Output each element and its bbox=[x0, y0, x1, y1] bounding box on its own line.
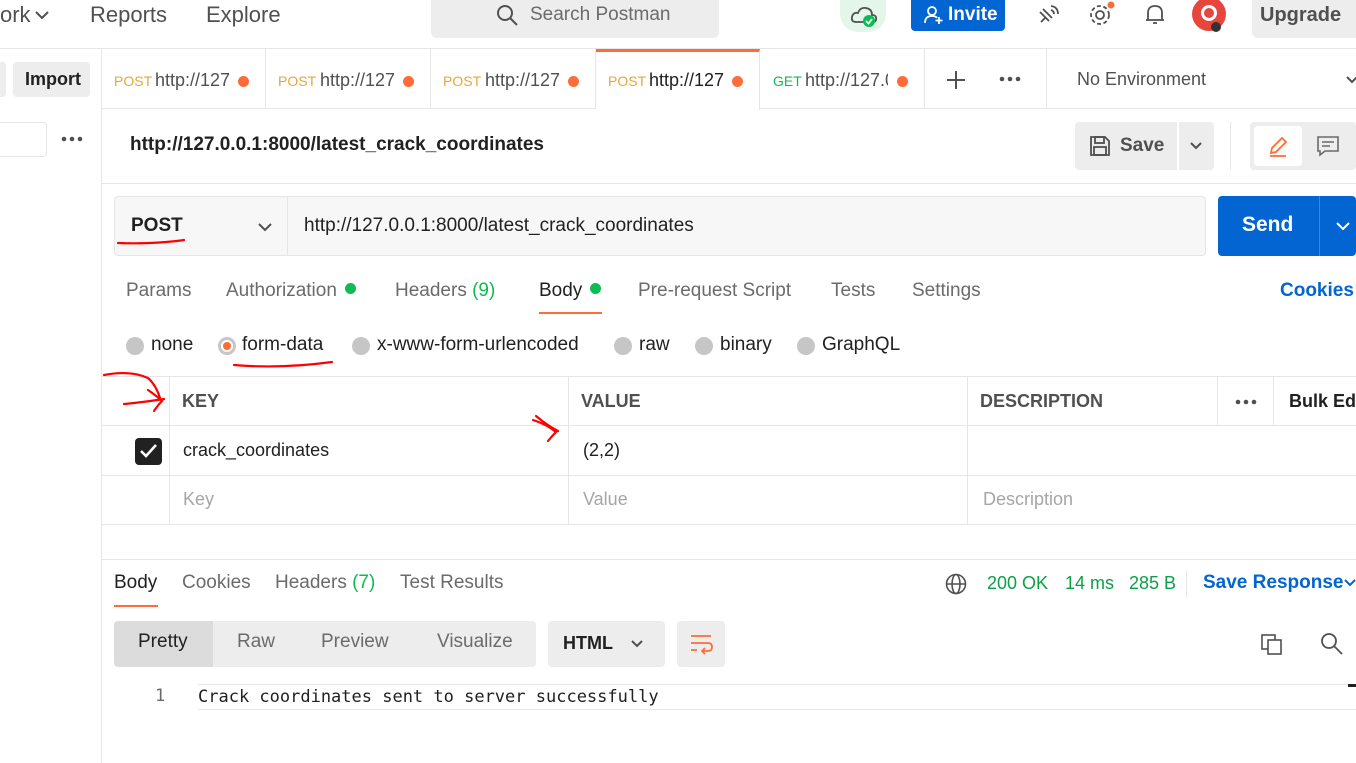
response-body[interactable]: Crack coordinates sent to server success… bbox=[198, 684, 1356, 710]
save-button[interactable]: Save bbox=[1075, 122, 1177, 170]
description-input[interactable]: Description bbox=[968, 476, 1356, 524]
response-tab-headers[interactable]: Headers (7) bbox=[275, 572, 375, 594]
scrollbar[interactable] bbox=[1348, 684, 1356, 687]
edit-mode-button[interactable] bbox=[1254, 126, 1302, 166]
copy-icon[interactable] bbox=[1260, 633, 1284, 657]
wrap-lines-icon bbox=[691, 635, 713, 655]
chevron-down-icon bbox=[1346, 76, 1356, 84]
new-tab-plus-icon[interactable] bbox=[945, 69, 967, 91]
request-tab[interactable]: POST http://127 bbox=[431, 49, 596, 109]
divider bbox=[102, 559, 1356, 560]
save-response-button[interactable]: Save Response bbox=[1203, 572, 1343, 594]
response-size[interactable]: 285 B bbox=[1129, 573, 1176, 594]
response-tab-body[interactable]: Body bbox=[114, 572, 157, 594]
environment-select[interactable]: No Environment bbox=[1047, 49, 1356, 109]
chevron-down-icon bbox=[1190, 142, 1202, 150]
new-button[interactable] bbox=[0, 62, 6, 97]
chevron-down-icon[interactable] bbox=[34, 9, 50, 21]
red-annotations bbox=[102, 238, 560, 443]
cookies-link[interactable]: Cookies bbox=[1280, 280, 1354, 302]
request-tab-active[interactable]: POST http://127 bbox=[596, 49, 760, 110]
description-header: DESCRIPTION bbox=[980, 391, 1104, 411]
response-status[interactable]: 200 OK bbox=[987, 573, 1048, 594]
view-toggle bbox=[1250, 122, 1356, 170]
view-pretty[interactable]: Pretty bbox=[114, 621, 213, 667]
divider bbox=[1319, 196, 1320, 256]
response-time[interactable]: 14 ms bbox=[1065, 573, 1114, 594]
search-input[interactable]: Search Postman bbox=[431, 0, 719, 38]
search-icon[interactable] bbox=[1320, 632, 1344, 656]
explore-link[interactable]: Explore bbox=[206, 2, 281, 28]
save-options-button[interactable] bbox=[1179, 122, 1214, 170]
description-cell[interactable] bbox=[968, 426, 1356, 475]
globe-icon[interactable] bbox=[944, 572, 968, 596]
request-title[interactable]: http://127.0.0.1:8000/latest_crack_coord… bbox=[130, 134, 544, 156]
save-disk-icon bbox=[1090, 136, 1110, 156]
view-visualize[interactable]: Visualize bbox=[437, 631, 513, 653]
upgrade-button[interactable]: Upgrade bbox=[1252, 0, 1356, 38]
more-options-icon bbox=[1235, 399, 1257, 405]
request-tab[interactable]: POST http://127 bbox=[266, 49, 431, 109]
table-row-empty: Key Value Description bbox=[102, 476, 1356, 525]
pencil-icon bbox=[1269, 136, 1288, 157]
more-options-icon[interactable] bbox=[61, 134, 83, 144]
key-input[interactable]: Key bbox=[170, 476, 569, 524]
line-number: 1 bbox=[155, 686, 166, 706]
chevron-down-icon[interactable] bbox=[1343, 578, 1356, 588]
unsaved-dot bbox=[568, 76, 579, 87]
request-tab[interactable]: GET http://127.0 bbox=[760, 49, 925, 109]
comment-icon[interactable] bbox=[1316, 135, 1340, 157]
notification-bell-icon[interactable] bbox=[1143, 2, 1167, 28]
wrap-lines-button[interactable] bbox=[677, 621, 725, 667]
top-bar: ork Reports Explore Search Postman Invit… bbox=[0, 0, 1356, 49]
divider bbox=[102, 183, 1356, 184]
view-raw[interactable]: Raw bbox=[237, 631, 275, 653]
table-more-button[interactable] bbox=[1218, 377, 1274, 425]
reports-link[interactable]: Reports bbox=[90, 2, 167, 28]
tab-settings[interactable]: Settings bbox=[912, 280, 981, 302]
workspace-menu[interactable]: ork bbox=[0, 2, 31, 28]
tabs-more-icon[interactable] bbox=[999, 74, 1021, 84]
unsaved-dot bbox=[897, 76, 908, 87]
bulk-edit-link[interactable]: Bulk Edi bbox=[1289, 391, 1356, 412]
value-input[interactable]: Value bbox=[569, 476, 968, 524]
send-button[interactable]: Send bbox=[1218, 196, 1356, 256]
chevron-down-icon[interactable] bbox=[1335, 221, 1351, 231]
import-button[interactable]: Import bbox=[13, 62, 90, 97]
format-select[interactable]: HTML bbox=[548, 621, 665, 667]
view-mode-selector: Pretty Raw Preview Visualize bbox=[114, 621, 536, 667]
search-icon bbox=[497, 5, 518, 26]
sync-status-icon[interactable] bbox=[840, 0, 886, 32]
view-preview[interactable]: Preview bbox=[321, 631, 389, 653]
request-tab[interactable]: POST http://127 bbox=[102, 49, 266, 109]
response-tab-cookies[interactable]: Cookies bbox=[182, 572, 251, 594]
settings-gear-icon[interactable] bbox=[1087, 1, 1115, 29]
response-tab-test-results[interactable]: Test Results bbox=[400, 572, 503, 594]
invite-button[interactable]: Invite bbox=[911, 0, 1005, 31]
divider bbox=[1186, 570, 1187, 598]
avatar[interactable] bbox=[1191, 0, 1227, 32]
satellite-icon[interactable] bbox=[1035, 2, 1061, 28]
divider bbox=[1230, 122, 1231, 170]
add-user-icon bbox=[924, 6, 943, 24]
active-tab-underline bbox=[114, 605, 158, 607]
unsaved-dot bbox=[732, 76, 743, 87]
unsaved-dot bbox=[403, 76, 414, 87]
chevron-down-icon bbox=[631, 640, 643, 648]
sidebar-filter-input[interactable] bbox=[0, 122, 47, 157]
unsaved-dot bbox=[238, 76, 249, 87]
